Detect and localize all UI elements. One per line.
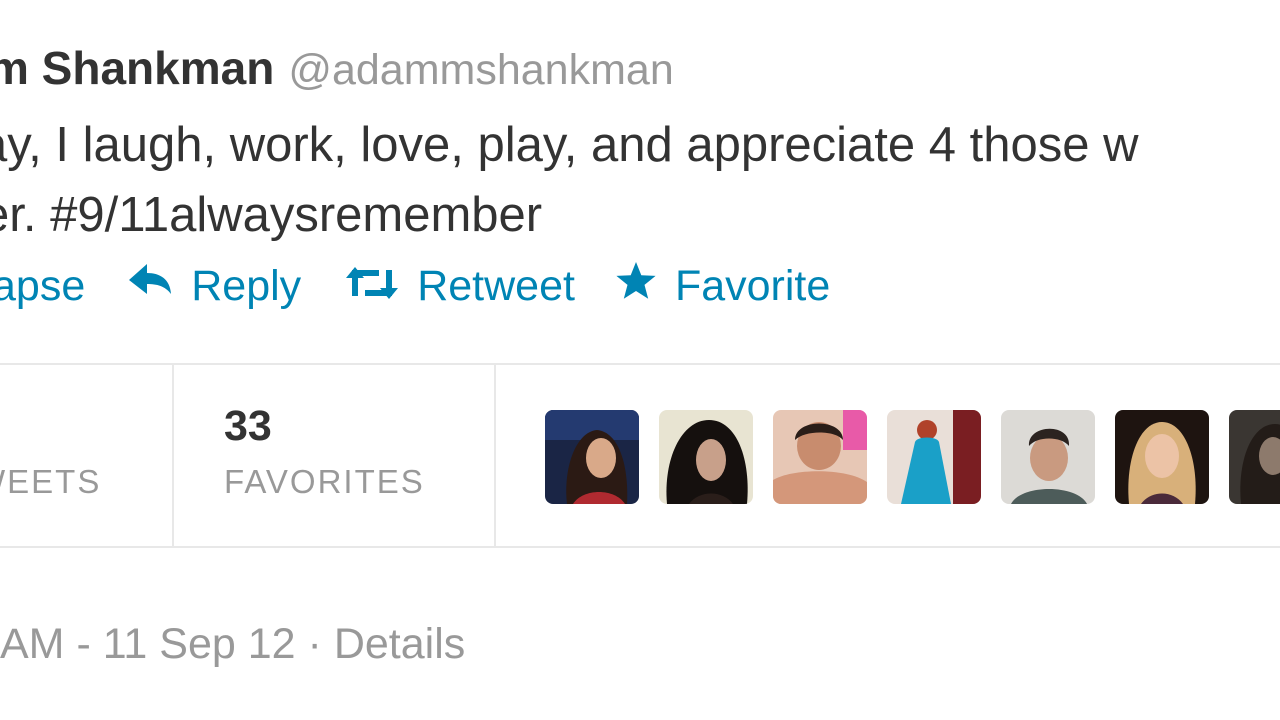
favoriter-avatar-7[interactable]: [1229, 410, 1280, 504]
retweet-button[interactable]: Retweet: [345, 262, 575, 311]
user-photo-icon: [1229, 410, 1280, 504]
favoriter-avatar-6[interactable]: [1115, 410, 1209, 504]
reply-label: Reply: [191, 261, 302, 310]
tweet-detail: m Shankman @adammshankman ay, I laugh, wo…: [0, 0, 1280, 720]
favorite-button[interactable]: Favorite: [615, 260, 830, 313]
tweet-stats: WEETS 33 FAVORITES: [0, 363, 1280, 548]
collapse-link[interactable]: apse: [0, 262, 85, 311]
favoriter-avatar-5[interactable]: [1001, 410, 1095, 504]
user-photo-icon: [773, 410, 867, 504]
retweet-label: Retweet: [417, 261, 575, 310]
favorites-count: 33: [224, 402, 272, 450]
user-photo-icon: [1001, 410, 1095, 504]
tweet-text: ay, I laugh, work, love, play, and appre…: [0, 110, 1139, 250]
stat-divider: [172, 365, 174, 546]
reply-button[interactable]: Reply: [127, 262, 301, 311]
favoriter-avatar-2[interactable]: [659, 410, 753, 504]
author-handle[interactable]: @adammshankman: [288, 46, 673, 94]
favorite-label: Favorite: [674, 261, 831, 310]
favoriter-avatar-4[interactable]: [887, 410, 981, 504]
tweet-actions: apse Reply Retweet Favorite: [0, 256, 830, 316]
favorites-label: FAVORITES: [224, 463, 425, 500]
user-photo-icon: [545, 410, 639, 504]
details-link[interactable]: Details: [334, 620, 465, 668]
favoriter-avatar-3[interactable]: [773, 410, 867, 504]
favoriters-avatar-row: [545, 410, 1280, 504]
reply-icon: [127, 262, 173, 311]
user-photo-icon: [1115, 410, 1209, 504]
tweet-header: m Shankman @adammshankman: [0, 38, 674, 110]
stat-divider: [494, 365, 496, 546]
favoriter-avatar-1[interactable]: [545, 410, 639, 504]
user-photo-icon: [887, 410, 981, 504]
tweet-text-line: ay, I laugh, work, love, play, and appre…: [0, 118, 1139, 172]
retweets-label: WEETS: [0, 463, 102, 500]
user-photo-icon: [659, 410, 753, 504]
author-name[interactable]: m Shankman: [0, 42, 274, 94]
tweet-timestamp[interactable]: AM - 11 Sep 12: [0, 620, 296, 668]
tweet-text-line: er. #9/11alwaysremember: [0, 188, 543, 242]
retweets-count: [0, 401, 101, 451]
star-icon: [615, 260, 657, 313]
retweet-icon: [345, 262, 399, 311]
retweets-stat[interactable]: WEETS: [0, 401, 101, 501]
meta-separator: ·: [307, 620, 322, 668]
favorites-stat[interactable]: 33 FAVORITES: [224, 401, 425, 501]
tweet-meta: AM - 11 Sep 12 · Details: [0, 616, 465, 672]
